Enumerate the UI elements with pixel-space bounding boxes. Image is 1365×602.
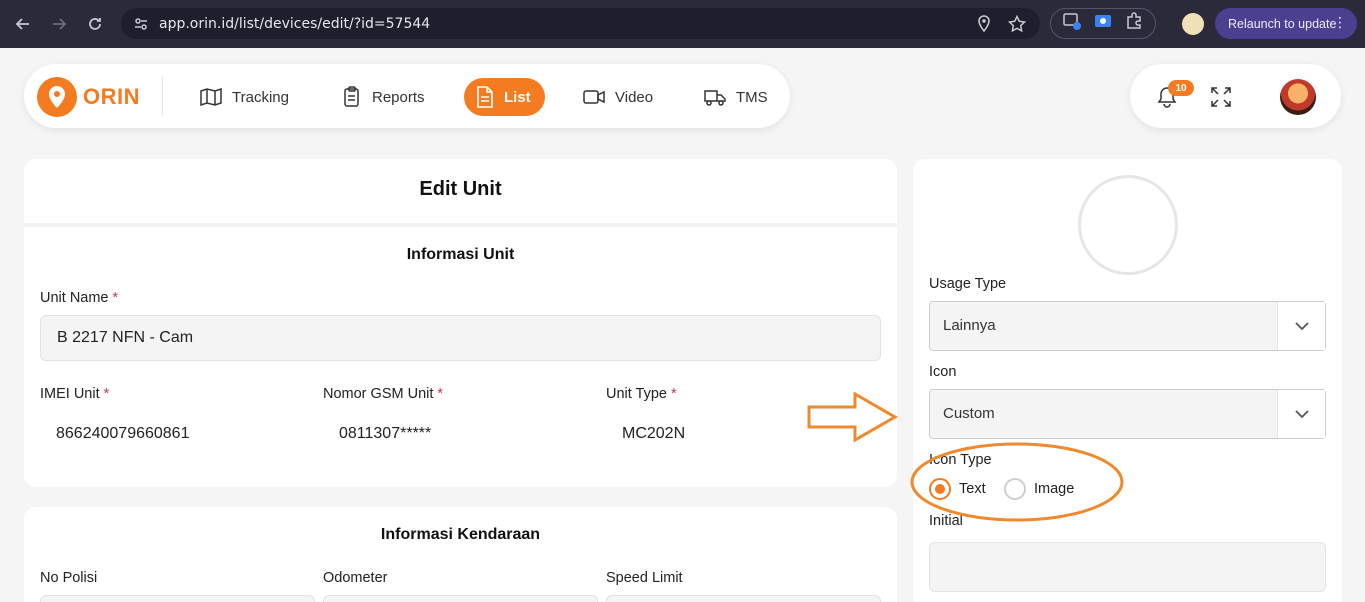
user-avatar[interactable] <box>1280 79 1316 115</box>
required-mark: * <box>103 386 110 402</box>
location-icon[interactable] <box>976 15 992 38</box>
relaunch-label: Relaunch to update <box>1228 16 1337 31</box>
required-mark: * <box>112 290 119 306</box>
site-settings-icon[interactable] <box>133 16 149 32</box>
no-polisi-input[interactable] <box>40 595 315 602</box>
relaunch-button[interactable]: Relaunch to update ⋮ <box>1215 8 1357 39</box>
user-toolbar: 10 <box>1130 64 1341 128</box>
speed-limit-label: Speed Limit <box>606 570 683 586</box>
nav-label: Video <box>615 88 654 106</box>
nav-label: List <box>504 88 531 106</box>
map-icon <box>200 87 222 107</box>
title-divider <box>24 223 897 227</box>
icon-type-label: Icon Type <box>929 452 992 468</box>
nav-reports[interactable]: Reports <box>342 84 425 110</box>
imei-label-text: IMEI Unit <box>40 386 100 402</box>
icon-type-text-label[interactable]: Text <box>959 481 986 497</box>
nav-label: Tracking <box>232 88 289 106</box>
back-icon[interactable] <box>7 8 39 40</box>
gsm-label: Nomor GSM Unit * <box>323 386 443 402</box>
bookmark-star-icon[interactable] <box>1007 14 1027 38</box>
chevron-down-icon[interactable] <box>1277 390 1325 438</box>
usage-type-select[interactable]: Lainnya <box>929 301 1326 351</box>
unit-name-input[interactable]: B 2217 NFN - Cam <box>40 315 881 361</box>
nav-tms[interactable]: TMS <box>704 84 768 110</box>
unit-type-label-text: Unit Type <box>606 386 667 402</box>
nav-label: TMS <box>736 88 768 106</box>
usage-type-value: Lainnya <box>943 317 996 334</box>
icon-type-text-radio[interactable] <box>929 478 951 500</box>
speed-limit-input[interactable] <box>606 595 881 602</box>
truck-icon <box>704 90 726 106</box>
browser-toolbar: app.orin.id/list/devices/edit/?id=57544 … <box>0 0 1365 48</box>
icon-select[interactable]: Custom <box>929 389 1326 439</box>
nav-label: Reports <box>372 88 425 106</box>
location-pin-icon <box>37 77 77 117</box>
no-polisi-label: No Polisi <box>40 570 98 586</box>
gsm-label-text: Nomor GSM Unit <box>323 386 434 402</box>
unit-type-label: Unit Type * <box>606 386 677 402</box>
clipboard-icon <box>344 86 359 107</box>
icon-type-image-radio[interactable] <box>1004 478 1026 500</box>
puzzle-icon[interactable] <box>1125 12 1143 35</box>
vehicle-section-title: Informasi Kendaraan <box>380 526 541 543</box>
nav-divider <box>162 76 163 116</box>
url-text[interactable]: app.orin.id/list/devices/edit/?id=57544 <box>159 16 430 32</box>
address-bar[interactable]: app.orin.id/list/devices/edit/?id=57544 <box>121 8 1040 39</box>
vehicle-info-card <box>24 507 897 602</box>
nav-video[interactable]: Video <box>583 84 653 110</box>
orin-logo[interactable]: ORIN <box>37 77 140 117</box>
unit-section-title: Informasi Unit <box>406 246 515 263</box>
icon-preview <box>1078 175 1178 275</box>
top-navigation: ORIN Tracking Reports List Video TMS <box>24 64 790 128</box>
required-mark: * <box>437 386 444 402</box>
odometer-label: Odometer <box>323 570 388 586</box>
cast-icon[interactable] <box>1063 12 1082 35</box>
initial-input[interactable] <box>929 542 1326 592</box>
imei-value: 866240079660861 <box>56 425 190 442</box>
imei-label: IMEI Unit * <box>40 386 109 402</box>
gsm-value: 0811307***** <box>339 425 432 442</box>
icon-type-image-label[interactable]: Image <box>1034 481 1074 497</box>
unit-name-label: Unit Name * <box>40 290 118 306</box>
forward-icon[interactable] <box>43 8 75 40</box>
usage-type-label: Usage Type <box>929 276 1007 292</box>
icon-value: Custom <box>943 405 995 422</box>
odometer-input[interactable] <box>323 595 598 602</box>
initial-label: Initial <box>929 513 963 529</box>
unit-name-label-text: Unit Name <box>40 290 109 306</box>
brand-name: ORIN <box>83 84 140 109</box>
profile-avatar-icon[interactable] <box>1182 13 1204 35</box>
screen-record-icon[interactable] <box>1094 12 1112 35</box>
fullscreen-icon[interactable] <box>1210 86 1232 113</box>
extensions-group <box>1050 8 1156 39</box>
icon-label: Icon <box>929 364 957 380</box>
more-menu-icon[interactable]: ⋮ <box>1333 14 1347 31</box>
nav-list[interactable]: List <box>464 78 545 116</box>
unit-type-value: MC202N <box>622 425 686 442</box>
chevron-down-icon[interactable] <box>1277 302 1325 350</box>
document-icon <box>477 86 493 108</box>
nav-tracking[interactable]: Tracking <box>200 84 289 110</box>
page-title: Edit Unit <box>419 178 502 200</box>
unit-name-value: B 2217 NFN - Cam <box>57 329 194 346</box>
required-mark: * <box>671 386 677 402</box>
notification-badge: 10 <box>1168 80 1194 96</box>
video-icon <box>583 90 605 104</box>
reload-icon[interactable] <box>79 8 111 40</box>
